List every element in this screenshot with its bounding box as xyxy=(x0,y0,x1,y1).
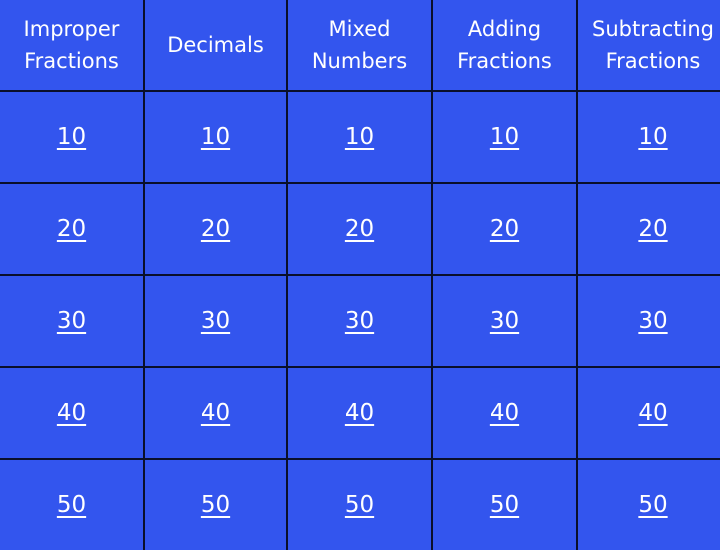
question-cell: 30 xyxy=(578,276,720,366)
category-header: Adding Fractions xyxy=(433,0,576,90)
question-cell: 50 xyxy=(433,460,576,550)
question-cell: 10 xyxy=(433,92,576,182)
question-link-40[interactable]: 40 xyxy=(57,400,86,426)
question-cell: 20 xyxy=(433,184,576,274)
question-cell: 50 xyxy=(288,460,431,550)
question-link-30[interactable]: 30 xyxy=(345,308,374,334)
question-cell: 30 xyxy=(145,276,286,366)
question-cell: 10 xyxy=(145,92,286,182)
question-cell: 40 xyxy=(433,368,576,458)
question-cell: 20 xyxy=(288,184,431,274)
question-cell: 50 xyxy=(578,460,720,550)
question-cell: 20 xyxy=(145,184,286,274)
question-link-20[interactable]: 20 xyxy=(638,216,667,242)
jeopardy-board: Improper Fractions Decimals Mixed Numbers A… xyxy=(0,0,720,550)
question-cell: 20 xyxy=(0,184,143,274)
question-link-10[interactable]: 10 xyxy=(638,124,667,150)
question-link-50[interactable]: 50 xyxy=(345,492,374,518)
question-cell: 50 xyxy=(0,460,143,550)
question-cell: 40 xyxy=(288,368,431,458)
category-header: Improper Fractions xyxy=(0,0,143,90)
question-link-50[interactable]: 50 xyxy=(57,492,86,518)
question-cell: 30 xyxy=(433,276,576,366)
question-cell: 10 xyxy=(0,92,143,182)
question-link-20[interactable]: 20 xyxy=(201,216,230,242)
question-link-20[interactable]: 20 xyxy=(57,216,86,242)
question-cell: 30 xyxy=(0,276,143,366)
question-link-30[interactable]: 30 xyxy=(201,308,230,334)
category-header: Decimals xyxy=(145,0,286,90)
question-link-10[interactable]: 10 xyxy=(490,124,519,150)
question-link-40[interactable]: 40 xyxy=(638,400,667,426)
question-link-40[interactable]: 40 xyxy=(345,400,374,426)
question-link-30[interactable]: 30 xyxy=(57,308,86,334)
question-link-40[interactable]: 40 xyxy=(201,400,230,426)
question-link-10[interactable]: 10 xyxy=(345,124,374,150)
question-link-20[interactable]: 20 xyxy=(345,216,374,242)
question-cell: 30 xyxy=(288,276,431,366)
question-link-10[interactable]: 10 xyxy=(201,124,230,150)
question-cell: 10 xyxy=(288,92,431,182)
question-link-40[interactable]: 40 xyxy=(490,400,519,426)
question-link-50[interactable]: 50 xyxy=(490,492,519,518)
question-cell: 50 xyxy=(145,460,286,550)
question-cell: 10 xyxy=(578,92,720,182)
question-link-30[interactable]: 30 xyxy=(490,308,519,334)
question-link-20[interactable]: 20 xyxy=(490,216,519,242)
question-cell: 40 xyxy=(578,368,720,458)
question-cell: 40 xyxy=(145,368,286,458)
category-header: Mixed Numbers xyxy=(288,0,431,90)
question-link-50[interactable]: 50 xyxy=(201,492,230,518)
question-cell: 20 xyxy=(578,184,720,274)
question-link-30[interactable]: 30 xyxy=(638,308,667,334)
question-link-50[interactable]: 50 xyxy=(638,492,667,518)
category-header: Subtracting Fractions xyxy=(578,0,720,90)
question-link-10[interactable]: 10 xyxy=(57,124,86,150)
question-cell: 40 xyxy=(0,368,143,458)
